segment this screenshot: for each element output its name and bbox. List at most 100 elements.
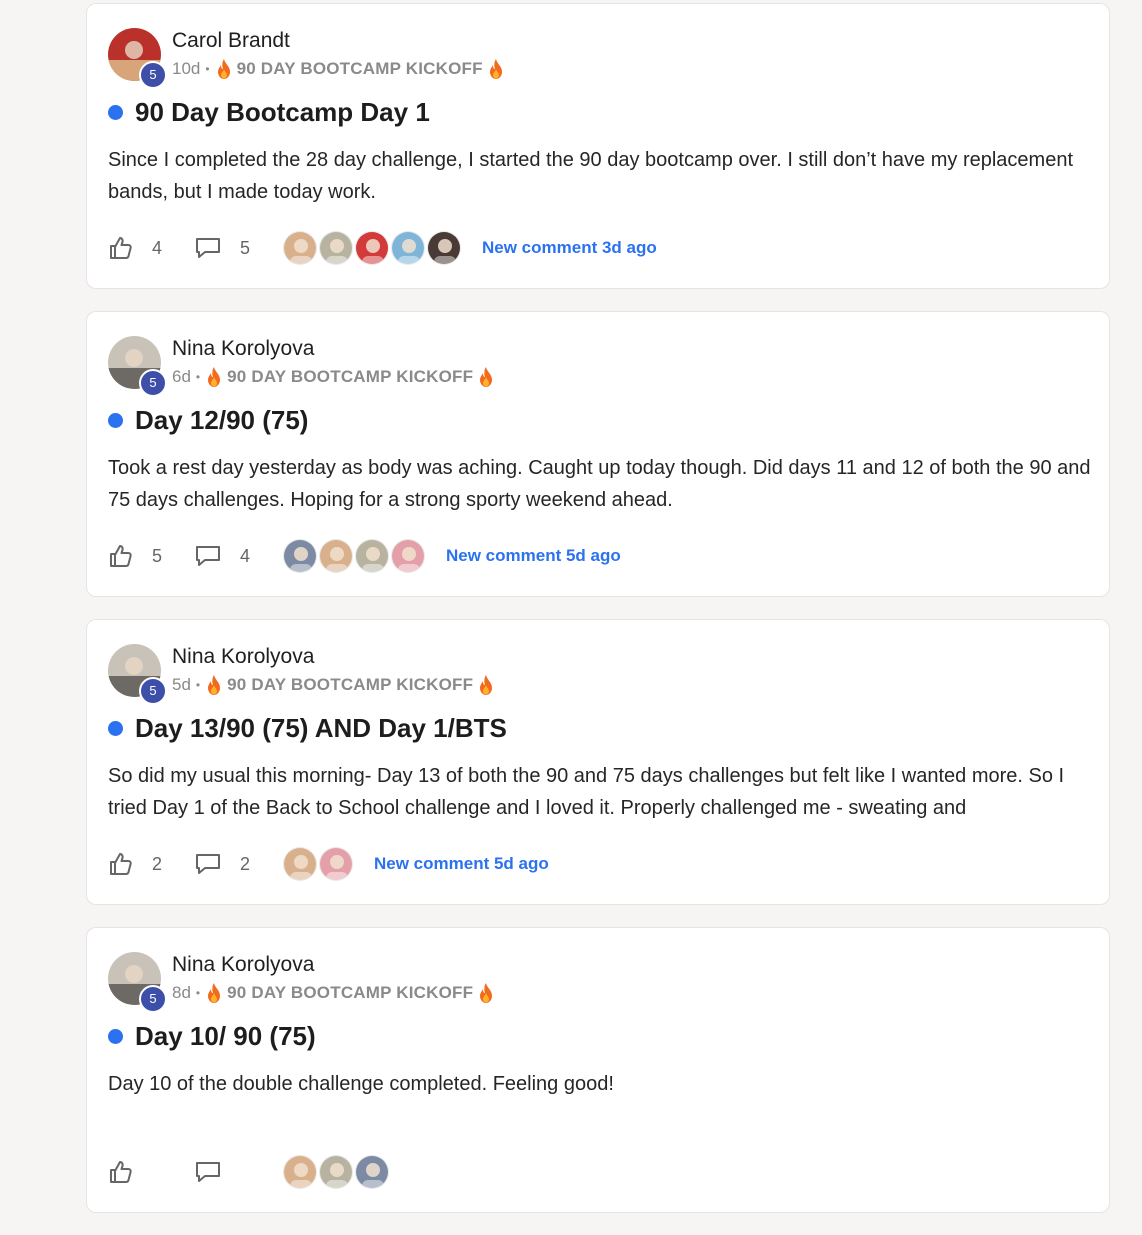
meta-separator: • [205, 62, 210, 76]
participant-avatar[interactable] [283, 231, 317, 265]
author-avatar[interactable]: 5 [108, 644, 167, 705]
participant-avatars [283, 847, 355, 881]
post-actions [108, 1155, 410, 1189]
unread-indicator [108, 105, 123, 120]
participant-avatars [283, 539, 427, 573]
post-time: 6d [172, 367, 191, 386]
like-count: 2 [152, 853, 163, 874]
post-title[interactable]: 90 Day Bootcamp Day 1 [135, 97, 430, 128]
author-avatar[interactable]: 5 [108, 336, 167, 397]
fire-icon [206, 983, 222, 1003]
post-card[interactable]: 5 Nina Korolyova 5d • 90 DAY BOOTCAMP KI… [86, 619, 1110, 905]
participant-avatar[interactable] [355, 231, 389, 265]
like-button[interactable] [108, 1159, 162, 1185]
author-name[interactable]: Nina Korolyova [172, 645, 314, 669]
level-badge: 5 [139, 61, 167, 89]
fire-icon [216, 59, 232, 79]
post-title-row[interactable]: 90 Day Bootcamp Day 1 [108, 97, 430, 128]
unread-indicator [108, 1029, 123, 1044]
like-button[interactable]: 4 [108, 235, 162, 261]
level-badge: 5 [139, 677, 167, 705]
unread-indicator [108, 413, 123, 428]
participant-avatar[interactable] [319, 1155, 353, 1189]
comment-icon [196, 1162, 220, 1182]
participant-avatars [283, 231, 463, 265]
thumbs-up-icon [110, 237, 132, 259]
post-actions: 4 5 New comment 3d ago [108, 231, 657, 265]
participant-avatar[interactable] [319, 539, 353, 573]
participant-avatar[interactable] [319, 847, 353, 881]
meta-separator: • [195, 678, 201, 692]
fire-icon [206, 675, 222, 695]
participant-avatar[interactable] [427, 231, 461, 265]
post-title-row[interactable]: Day 10/ 90 (75) [108, 1021, 316, 1052]
post-body: Since I completed the 28 day challenge, … [108, 149, 1073, 203]
post-card[interactable]: 5 Carol Brandt 10d • 90 DAY BOOTCAMP KIC… [86, 3, 1110, 289]
participant-avatar[interactable] [319, 231, 353, 265]
post-meta: 5d • 90 DAY BOOTCAMP KICKOFF [172, 675, 494, 695]
comment-count: 4 [240, 545, 251, 566]
comment-button[interactable]: 4 [194, 543, 250, 569]
author-name[interactable]: Nina Korolyova [172, 953, 314, 977]
post-body: So did my usual this morning- Day 13 of … [108, 765, 1065, 819]
post-actions: 5 4 New comment 5d ago [108, 539, 621, 573]
comment-icon [196, 854, 220, 874]
comment-count: 2 [240, 853, 251, 874]
post-title[interactable]: Day 10/ 90 (75) [135, 1021, 316, 1052]
level-badge: 5 [139, 369, 167, 397]
like-button[interactable]: 2 [108, 851, 162, 877]
meta-separator: • [195, 986, 201, 1000]
post-meta: 8d • 90 DAY BOOTCAMP KICKOFF [172, 983, 494, 1003]
post-title[interactable]: Day 13/90 (75) AND Day 1/BTS [135, 713, 507, 744]
like-button[interactable]: 5 [108, 543, 162, 569]
participant-avatar[interactable] [391, 539, 425, 573]
post-actions: 2 2 New comment 5d ago [108, 847, 549, 881]
thumbs-up-icon [110, 545, 132, 567]
new-comment-link[interactable]: New comment 5d ago [374, 854, 549, 874]
post-time: 5d [172, 675, 191, 694]
meta-separator: • [195, 370, 201, 384]
post-title-row[interactable]: Day 12/90 (75) [108, 405, 308, 436]
category-label[interactable]: 90 DAY BOOTCAMP KICKOFF [227, 367, 473, 387]
post-title-row[interactable]: Day 13/90 (75) AND Day 1/BTS [108, 713, 507, 744]
post-body: Day 10 of the double challenge completed… [108, 1073, 614, 1095]
participant-avatar[interactable] [391, 231, 425, 265]
comment-button[interactable]: 2 [194, 851, 250, 877]
category-label[interactable]: 90 DAY BOOTCAMP KICKOFF [237, 59, 483, 79]
author-name[interactable]: Nina Korolyova [172, 337, 314, 361]
post-card[interactable]: 5 Nina Korolyova 6d • 90 DAY BOOTCAMP KI… [86, 311, 1110, 597]
fire-icon [478, 675, 494, 695]
author-avatar[interactable]: 5 [108, 952, 167, 1013]
thumbs-up-icon [110, 853, 132, 875]
post-feed: 5 Carol Brandt 10d • 90 DAY BOOTCAMP KIC… [86, 3, 1110, 1235]
unread-indicator [108, 721, 123, 736]
author-name[interactable]: Carol Brandt [172, 29, 290, 53]
participant-avatar[interactable] [283, 539, 317, 573]
fire-icon [478, 983, 494, 1003]
post-body: Took a rest day yesterday as body was ac… [108, 457, 1091, 511]
new-comment-link[interactable]: New comment 3d ago [482, 238, 657, 258]
post-meta: 6d • 90 DAY BOOTCAMP KICKOFF [172, 367, 494, 387]
new-comment-link[interactable]: New comment 5d ago [446, 546, 621, 566]
post-title[interactable]: Day 12/90 (75) [135, 405, 308, 436]
fire-icon [478, 367, 494, 387]
participant-avatar[interactable] [283, 1155, 317, 1189]
category-label[interactable]: 90 DAY BOOTCAMP KICKOFF [227, 983, 473, 1003]
fire-icon [488, 59, 504, 79]
participant-avatar[interactable] [283, 847, 317, 881]
participant-avatar[interactable] [355, 1155, 389, 1189]
participant-avatar[interactable] [355, 539, 389, 573]
post-card[interactable]: 5 Nina Korolyova 8d • 90 DAY BOOTCAMP KI… [86, 927, 1110, 1213]
comment-icon [196, 238, 220, 258]
comment-count: 5 [240, 237, 251, 258]
comment-button[interactable]: 5 [194, 235, 250, 261]
level-badge: 5 [139, 985, 167, 1013]
post-time: 8d [172, 983, 191, 1002]
like-count: 5 [152, 545, 163, 566]
post-meta: 10d • 90 DAY BOOTCAMP KICKOFF [172, 59, 504, 79]
thumbs-up-icon [110, 1161, 132, 1183]
category-label[interactable]: 90 DAY BOOTCAMP KICKOFF [227, 675, 473, 695]
author-avatar[interactable]: 5 [108, 28, 167, 89]
participant-avatars [283, 1155, 391, 1189]
comment-button[interactable] [194, 1159, 250, 1185]
